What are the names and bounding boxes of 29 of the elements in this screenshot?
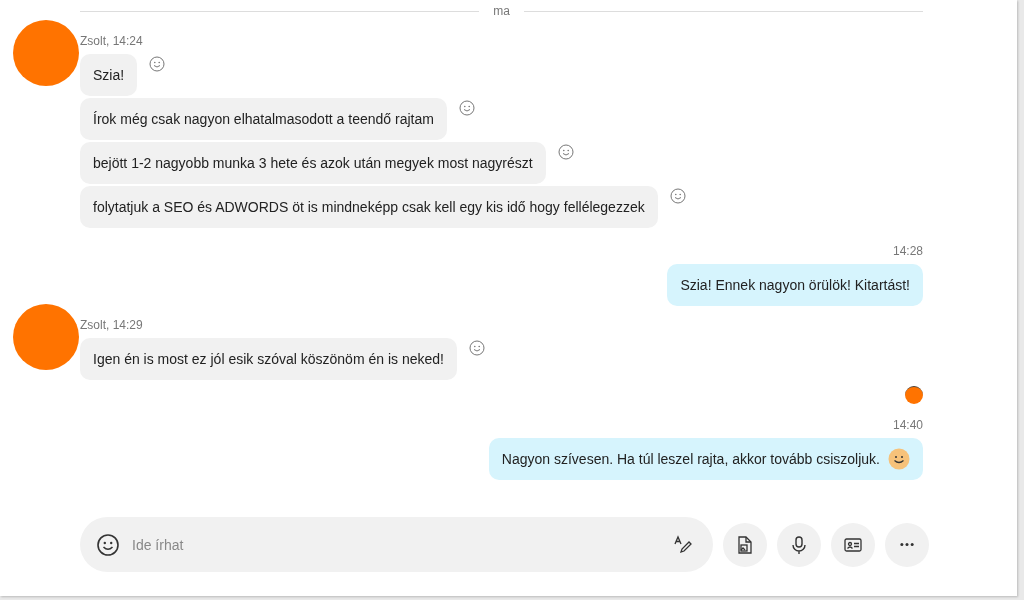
- contact-card-button[interactable]: [831, 522, 875, 567]
- read-receipt-avatar: [905, 386, 923, 404]
- text-format-icon[interactable]: [673, 534, 693, 555]
- message-bubble: Igen én is most ez jól esik szóval köszönöm én is neked!: [80, 338, 457, 380]
- message-bubble: Szia! Ennek nagyon örülök! Kitartást!: [667, 264, 923, 306]
- smiley-emoji-icon: [888, 448, 910, 470]
- message-bubble: Írok még csak nagyon elhatalmasodott a teendő rajtam: [80, 98, 447, 140]
- message-time: 14:40: [892, 418, 923, 434]
- message-bubble: Szia!: [80, 54, 138, 96]
- add-reaction-icon[interactable]: [669, 188, 686, 204]
- message-bubble: folytatjuk a SEO és ADWORDS öt is mindneképp csak kell egy kis idő hogy fellélegezzek: [80, 186, 658, 228]
- sender-time: Zsolt, 14:24: [80, 34, 143, 50]
- message-bubble: Nagyon szívesen. Ha túl leszel rajta, akkor tovább csiszoljuk.: [488, 438, 923, 480]
- file-image-icon: [735, 534, 755, 555]
- message-input-field[interactable]: Ide írhat: [130, 535, 663, 554]
- more-options-icon: [900, 543, 914, 546]
- file-image-button[interactable]: [723, 522, 767, 567]
- emoji-icon[interactable]: [96, 532, 120, 557]
- message-time: 14:28: [892, 244, 923, 260]
- date-divider-label: ma: [493, 4, 510, 18]
- microphone-icon: [789, 534, 809, 555]
- add-reaction-icon[interactable]: [149, 56, 166, 72]
- sender-time: Zsolt, 14:29: [80, 318, 143, 334]
- add-reaction-icon[interactable]: [458, 100, 475, 116]
- add-reaction-icon[interactable]: [468, 340, 485, 356]
- add-reaction-icon[interactable]: [557, 144, 574, 160]
- message-composer[interactable]: Ide írhat: [80, 517, 713, 572]
- microphone-button[interactable]: [777, 522, 821, 567]
- message-bubble: bejött 1-2 nagyobb munka 3 hete és azok után megyek most nagyrészt: [80, 142, 546, 184]
